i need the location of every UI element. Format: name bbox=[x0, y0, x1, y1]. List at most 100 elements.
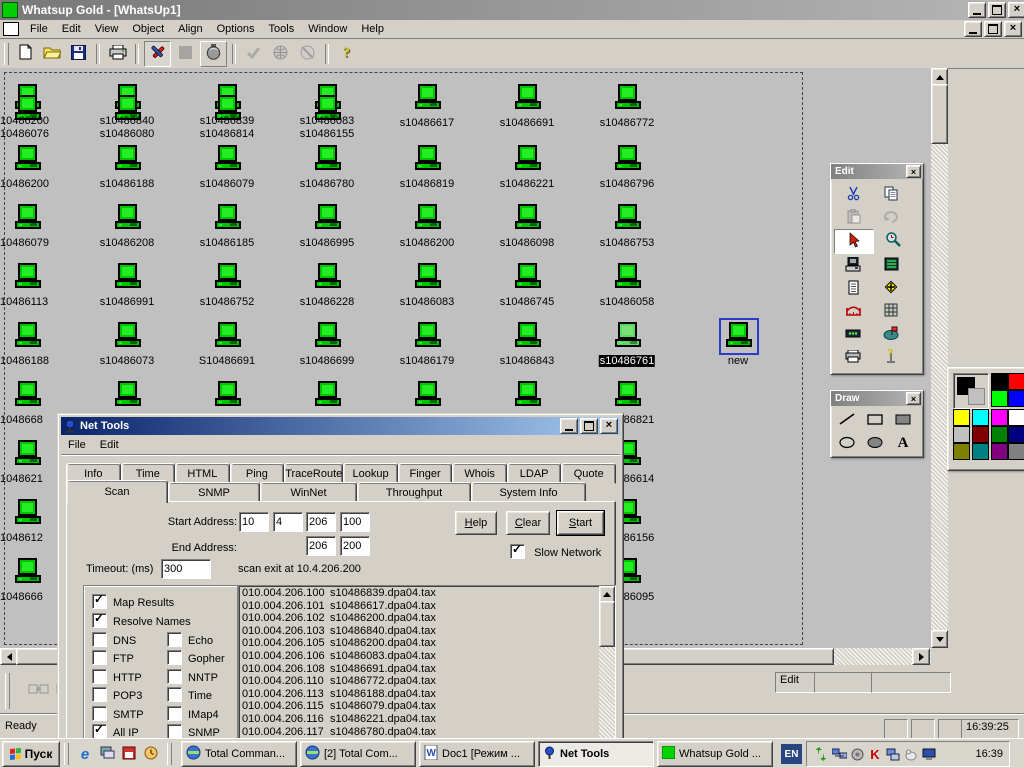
toolbar-grip[interactable] bbox=[4, 43, 9, 65]
help-button[interactable]: ? bbox=[334, 42, 359, 66]
taskbar-button--2-total-com-[interactable]: [2] Total Com... bbox=[300, 741, 416, 767]
clear-button[interactable]: Clear bbox=[506, 511, 550, 535]
clock-icon[interactable] bbox=[141, 744, 161, 764]
end-address-octet-4[interactable] bbox=[340, 536, 370, 556]
network-cloud-tool[interactable] bbox=[872, 323, 910, 346]
workstation-tool[interactable] bbox=[834, 254, 872, 277]
menu-options[interactable]: Options bbox=[210, 21, 262, 37]
tab-ldap[interactable]: LDAP bbox=[507, 463, 562, 484]
checkbox-nntp[interactable]: NNTP bbox=[167, 669, 218, 684]
start-address-octet-4[interactable] bbox=[340, 512, 370, 532]
result-row[interactable]: 010.004.206.106s10486083.dpa04.tax bbox=[239, 650, 599, 663]
taskbar-grip[interactable] bbox=[167, 743, 172, 765]
tray-power-icon[interactable] bbox=[849, 746, 865, 762]
edit-toolbox-close-icon[interactable]: × bbox=[906, 165, 921, 178]
start-button[interactable]: Start bbox=[557, 511, 604, 535]
checkbox-dns[interactable]: DNS bbox=[92, 632, 136, 647]
result-row[interactable]: 010.004.206.115s10486079.dpa04.tax bbox=[239, 700, 599, 713]
color-swatch[interactable] bbox=[1008, 443, 1024, 460]
child-system-icon[interactable] bbox=[3, 22, 19, 36]
internet-explorer-icon[interactable]: e bbox=[75, 744, 95, 764]
checkbox-box[interactable] bbox=[167, 706, 182, 721]
tab-winnet[interactable]: WinNet bbox=[260, 482, 357, 503]
select-arrow-tool[interactable] bbox=[834, 229, 874, 254]
tab-snmp[interactable]: SNMP bbox=[168, 482, 260, 503]
dialog-titlebar[interactable]: Net Tools × bbox=[61, 417, 620, 435]
container-tool[interactable] bbox=[872, 254, 910, 277]
color-swatch[interactable] bbox=[1008, 409, 1024, 426]
child-restore-button[interactable] bbox=[984, 21, 1002, 37]
color-swatch[interactable] bbox=[953, 426, 970, 443]
timeout-input[interactable] bbox=[161, 559, 211, 579]
checkbox-box[interactable] bbox=[92, 706, 107, 721]
restore-button[interactable] bbox=[988, 2, 1006, 18]
slow-network-box[interactable]: ✓ bbox=[510, 544, 525, 559]
checkbox-box[interactable] bbox=[92, 632, 107, 647]
close-button[interactable]: × bbox=[1008, 2, 1024, 18]
color-swatch[interactable] bbox=[991, 443, 1008, 460]
start-address-octet-3[interactable] bbox=[306, 512, 336, 532]
tab-finger[interactable]: Finger bbox=[398, 463, 453, 484]
menu-help[interactable]: Help bbox=[354, 21, 391, 37]
copy-tool[interactable] bbox=[872, 183, 910, 206]
color-swatch[interactable] bbox=[991, 409, 1008, 426]
open-folder-button[interactable] bbox=[39, 42, 64, 66]
window-attach-button[interactable] bbox=[28, 681, 52, 703]
checkbox-snmp[interactable]: SNMP bbox=[167, 724, 220, 739]
result-row[interactable]: 010.004.206.102s10486200.dpa04.tax bbox=[239, 612, 599, 625]
tab-scan[interactable]: Scan bbox=[66, 480, 168, 503]
menu-align[interactable]: Align bbox=[171, 21, 209, 37]
vscroll-thumb[interactable] bbox=[931, 84, 948, 144]
result-row[interactable]: 010.004.206.116s10486221.dpa04.tax bbox=[239, 713, 599, 726]
tools-button[interactable] bbox=[144, 41, 171, 67]
draw-filled-ellipse-tool[interactable] bbox=[861, 432, 889, 455]
tab-ping[interactable]: Ping bbox=[230, 463, 285, 484]
tab-quote[interactable]: Quote bbox=[561, 463, 616, 484]
draw-toolbox-titlebar[interactable]: Draw × bbox=[831, 391, 923, 406]
color-swatch[interactable] bbox=[991, 390, 1008, 407]
color-swatch[interactable] bbox=[953, 443, 970, 460]
color-swatch[interactable] bbox=[953, 409, 970, 426]
checkbox-pop3[interactable]: POP3 bbox=[92, 687, 142, 702]
tray-kaspersky-icon[interactable]: K bbox=[867, 746, 883, 762]
lan-segment-tool[interactable] bbox=[834, 323, 872, 346]
building-tool[interactable] bbox=[872, 300, 910, 323]
result-row[interactable]: 010.004.206.103s10486840.dpa04.tax bbox=[239, 625, 599, 638]
minimize-button[interactable] bbox=[968, 2, 986, 18]
bridge-tool[interactable] bbox=[834, 300, 872, 323]
draw-line-tool[interactable] bbox=[833, 409, 861, 432]
tray-lan-icon[interactable] bbox=[885, 746, 901, 762]
checkbox-gopher[interactable]: Gopher bbox=[167, 650, 225, 665]
tray-update-icon[interactable] bbox=[813, 746, 829, 762]
menu-view[interactable]: View bbox=[88, 21, 126, 37]
start-button[interactable]: Пуск bbox=[2, 741, 60, 767]
checkbox-resolve-names[interactable]: ✓Resolve Names bbox=[92, 613, 191, 628]
checkbox-map-results[interactable]: ✓Map Results bbox=[92, 594, 174, 609]
menu-tools[interactable]: Tools bbox=[262, 21, 302, 37]
color-swatch[interactable] bbox=[972, 409, 989, 426]
color-swatch[interactable] bbox=[1008, 390, 1024, 407]
draw-rectangle-tool[interactable] bbox=[861, 409, 889, 432]
checkbox-smtp[interactable]: SMTP bbox=[92, 706, 144, 721]
language-indicator[interactable]: EN bbox=[781, 744, 802, 764]
taskbar-button-whatsup-gold-[interactable]: Whatsup Gold ... bbox=[657, 741, 773, 767]
waypoint-tool[interactable] bbox=[872, 277, 910, 300]
cut-tool[interactable] bbox=[834, 183, 872, 206]
edit-toolbox-titlebar[interactable]: Edit × bbox=[831, 164, 923, 179]
result-row[interactable]: 010.004.206.110s10486772.dpa04.tax bbox=[239, 675, 599, 688]
quicklaunch-grip[interactable] bbox=[64, 743, 69, 765]
tab-whois[interactable]: Whois bbox=[452, 463, 507, 484]
checkbox-box[interactable]: ✓ bbox=[92, 724, 107, 739]
polling-button[interactable] bbox=[200, 41, 227, 67]
result-row[interactable]: 010.004.206.108s10486691.dpa04.tax bbox=[239, 663, 599, 676]
tab-system-info[interactable]: System Info bbox=[471, 482, 586, 503]
checkbox-http[interactable]: HTTP bbox=[92, 669, 142, 684]
result-row[interactable]: 010.004.206.101s10486617.dpa04.tax bbox=[239, 600, 599, 613]
fg-bg-swatch[interactable] bbox=[953, 373, 989, 409]
dialog-close-button[interactable]: × bbox=[600, 418, 618, 434]
results-scroll-thumb[interactable] bbox=[599, 601, 615, 647]
scroll-right-button[interactable] bbox=[912, 648, 930, 665]
child-close-button[interactable]: × bbox=[1004, 21, 1022, 37]
media-icon[interactable] bbox=[119, 744, 139, 764]
slow-network-checkbox[interactable]: ✓ Slow Network bbox=[510, 544, 601, 559]
